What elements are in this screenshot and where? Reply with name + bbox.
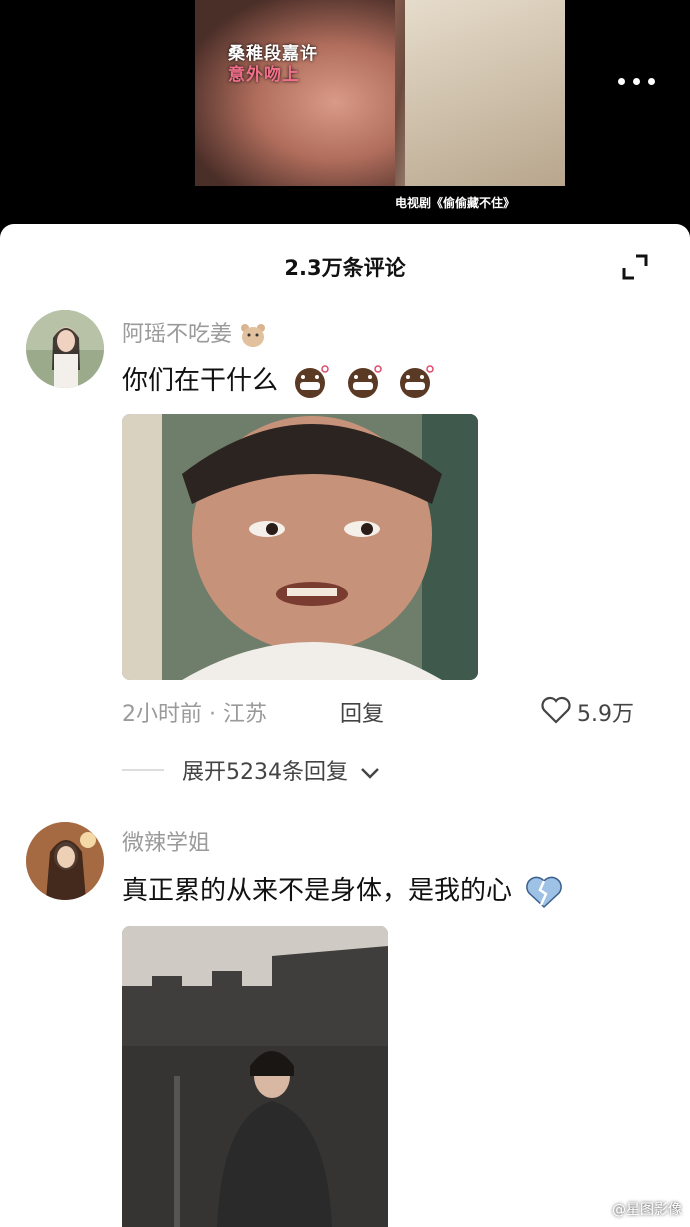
comment-username[interactable]: 阿瑶不吃姜 — [122, 316, 267, 348]
expand-replies-label[interactable]: 展开5234条回复 — [182, 760, 348, 785]
video-player[interactable]: 桑稚段嘉许 意外吻上 电视剧《偷偷藏不住》 — [0, 0, 690, 228]
grinning-emoji-icon — [347, 364, 382, 398]
comment-image[interactable] — [122, 414, 478, 680]
expand-icon[interactable] — [622, 254, 648, 280]
divider — [122, 769, 164, 771]
reply-button[interactable]: 回复 — [340, 696, 384, 728]
comments-sheet: 2.3万条评论 阿瑶不吃姜 你们在干什么 2小时前 · 江苏 回复 5.9万 展… — [0, 224, 690, 1227]
bear-emoji-icon — [241, 324, 266, 347]
caption-line1: 桑稚段嘉许 — [228, 44, 318, 64]
more-options-icon[interactable] — [618, 70, 666, 85]
grinning-emoji-icon — [399, 364, 434, 398]
expand-replies-button[interactable]: 展开5234条回复 — [182, 754, 381, 786]
caption-line2: 意外吻上 — [228, 65, 300, 85]
comment-image[interactable] — [122, 926, 388, 1227]
video-caption: 桑稚段嘉许 意外吻上 — [228, 44, 318, 86]
video-frame — [195, 0, 565, 186]
comments-count-title: 2.3万条评论 — [284, 256, 406, 280]
comment-username[interactable]: 微辣学姐 — [122, 825, 210, 857]
avatar[interactable] — [26, 310, 104, 388]
username-text[interactable]: 阿瑶不吃姜 — [122, 322, 232, 347]
avatar[interactable] — [26, 822, 104, 900]
comment-text-content: 真正累的从来不是身体，是我的心 — [122, 876, 513, 906]
watermark: @星图影像 — [612, 1202, 682, 1218]
like-count: 5.9万 — [577, 702, 634, 727]
heart-icon[interactable] — [541, 696, 571, 724]
broken-heart-icon — [526, 876, 563, 908]
comment-time-location: 2小时前 · 江苏 — [122, 702, 267, 727]
video-still-face — [195, 0, 395, 186]
video-credit: 电视剧《偷偷藏不住》 — [395, 196, 516, 210]
video-still-coat — [405, 0, 565, 186]
comment-text: 真正累的从来不是身体，是我的心 — [122, 870, 564, 909]
chevron-down-icon[interactable] — [359, 766, 381, 780]
grinning-emoji-icon — [295, 364, 330, 398]
comment-text: 你们在干什么 — [122, 360, 435, 399]
comment-text-content: 你们在干什么 — [122, 366, 279, 396]
